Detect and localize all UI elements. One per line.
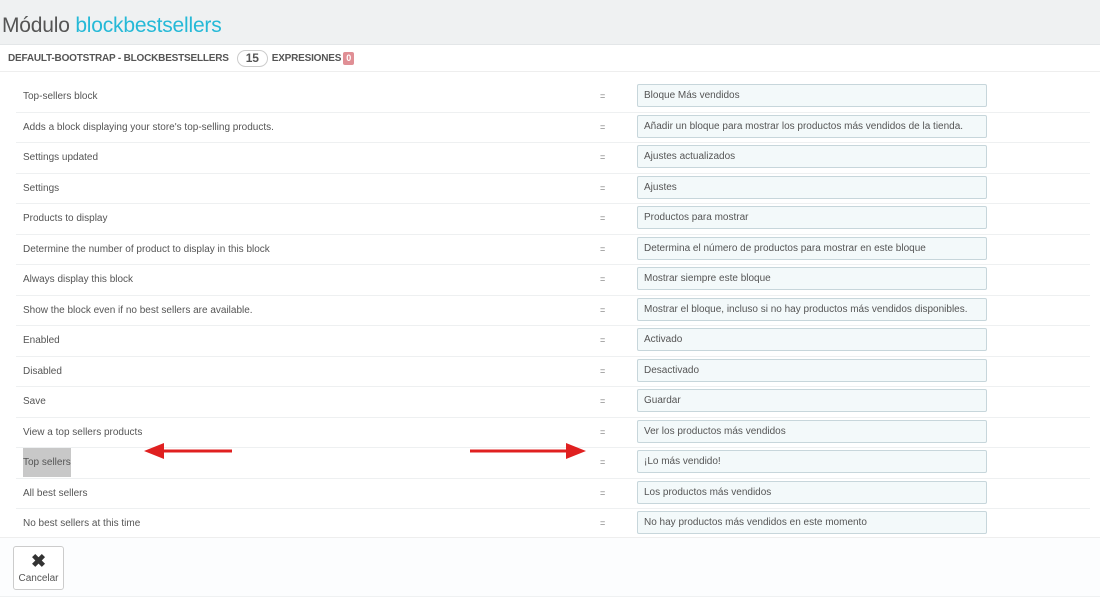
equals-sign: = xyxy=(600,365,606,376)
source-text: View a top sellers products xyxy=(23,426,143,438)
source-text: All best sellers xyxy=(23,487,88,499)
translation-input[interactable] xyxy=(637,328,987,351)
source-text: Settings updated xyxy=(23,152,99,163)
equals-sign: = xyxy=(600,121,606,132)
cancel-label: Cancelar xyxy=(18,573,59,584)
translations-panel: DEFAULT-BOOTSTRAP - BLOCKBESTSELLERS 15 … xyxy=(0,44,1100,596)
equals-sign: = xyxy=(600,518,606,528)
translation-input[interactable] xyxy=(637,84,987,107)
translation-row: No best sellers at this time = xyxy=(16,509,1090,540)
panel-heading-label: DEFAULT-BOOTSTRAP - BLOCKBESTSELLERS xyxy=(8,52,229,64)
equals-sign: = xyxy=(600,487,606,498)
translation-row: Enabled = xyxy=(16,326,1090,357)
source-text: Adds a block displaying your store's top… xyxy=(23,121,274,133)
translation-row: Top-sellers block = xyxy=(16,82,1090,113)
translation-input[interactable] xyxy=(637,358,987,382)
equals-sign: = xyxy=(600,396,606,406)
source-text: Top sellers xyxy=(23,448,71,477)
translation-row: Save = xyxy=(16,387,1090,418)
equals-sign: = xyxy=(600,426,606,437)
translation-row: All best sellers = xyxy=(16,479,1090,509)
equals-sign: = xyxy=(600,213,606,223)
page-title: Módulo blockbestsellers xyxy=(2,14,222,38)
module-name: blockbestsellers xyxy=(75,14,222,37)
equals-sign: = xyxy=(600,457,606,467)
translation-row: Always display this block = xyxy=(16,265,1090,296)
translation-row: Show the block even if no best sellers a… xyxy=(16,296,1090,326)
source-text: Enabled xyxy=(23,335,60,346)
translation-row: Settings updated = xyxy=(16,143,1090,174)
equals-sign: = xyxy=(600,182,606,193)
translation-input[interactable] xyxy=(637,511,987,534)
translation-input[interactable] xyxy=(637,480,987,504)
panel-footer: ✖ Cancelar xyxy=(0,537,1100,596)
page-title-prefix: Módulo xyxy=(2,14,70,37)
cancel-button[interactable]: ✖ Cancelar xyxy=(13,546,64,590)
source-text: Settings xyxy=(23,182,60,194)
translation-row: Adds a block displaying your store's top… xyxy=(16,113,1090,143)
source-text: No best sellers at this time xyxy=(23,518,141,529)
left-arrow-annotation xyxy=(144,443,232,459)
translation-input[interactable] xyxy=(637,175,987,199)
translation-row: Determine the number of product to displ… xyxy=(16,235,1090,265)
translation-input[interactable] xyxy=(637,267,987,290)
translation-input[interactable] xyxy=(637,419,987,443)
equals-sign: = xyxy=(600,335,606,345)
close-icon: ✖ xyxy=(30,551,47,571)
source-text: Top-sellers block xyxy=(23,91,98,102)
right-arrow-annotation xyxy=(470,443,586,459)
translation-row: Settings = xyxy=(16,174,1090,204)
translation-input[interactable] xyxy=(637,206,987,229)
equals-sign: = xyxy=(600,304,606,315)
source-text: Always display this block xyxy=(23,274,134,285)
translation-input[interactable] xyxy=(637,114,987,138)
source-text: Show the block even if no best sellers a… xyxy=(23,304,253,316)
translation-input[interactable] xyxy=(637,145,987,168)
translation-input[interactable] xyxy=(637,450,987,473)
source-text: Products to display xyxy=(23,213,108,224)
translation-row: Products to display = xyxy=(16,204,1090,235)
expressions-label: EXPRESIONES xyxy=(271,52,342,64)
equals-sign: = xyxy=(600,243,606,254)
source-text: Save xyxy=(23,396,46,407)
missing-count-badge: 0 xyxy=(343,51,355,65)
translation-list: Top-sellers block = Adds a block displayin… xyxy=(0,82,1100,540)
translation-input[interactable] xyxy=(637,297,987,321)
source-text: Disabled xyxy=(23,365,62,377)
panel-heading: DEFAULT-BOOTSTRAP - BLOCKBESTSELLERS 15 … xyxy=(0,45,1100,72)
translation-input[interactable] xyxy=(637,389,987,412)
equals-sign: = xyxy=(600,274,606,284)
equals-sign: = xyxy=(600,91,606,101)
translation-row: Disabled = xyxy=(16,357,1090,387)
translation-input[interactable] xyxy=(637,236,987,260)
expression-count-badge: 15 xyxy=(236,49,268,67)
source-text: Determine the number of product to displ… xyxy=(23,243,270,255)
equals-sign: = xyxy=(600,152,606,162)
